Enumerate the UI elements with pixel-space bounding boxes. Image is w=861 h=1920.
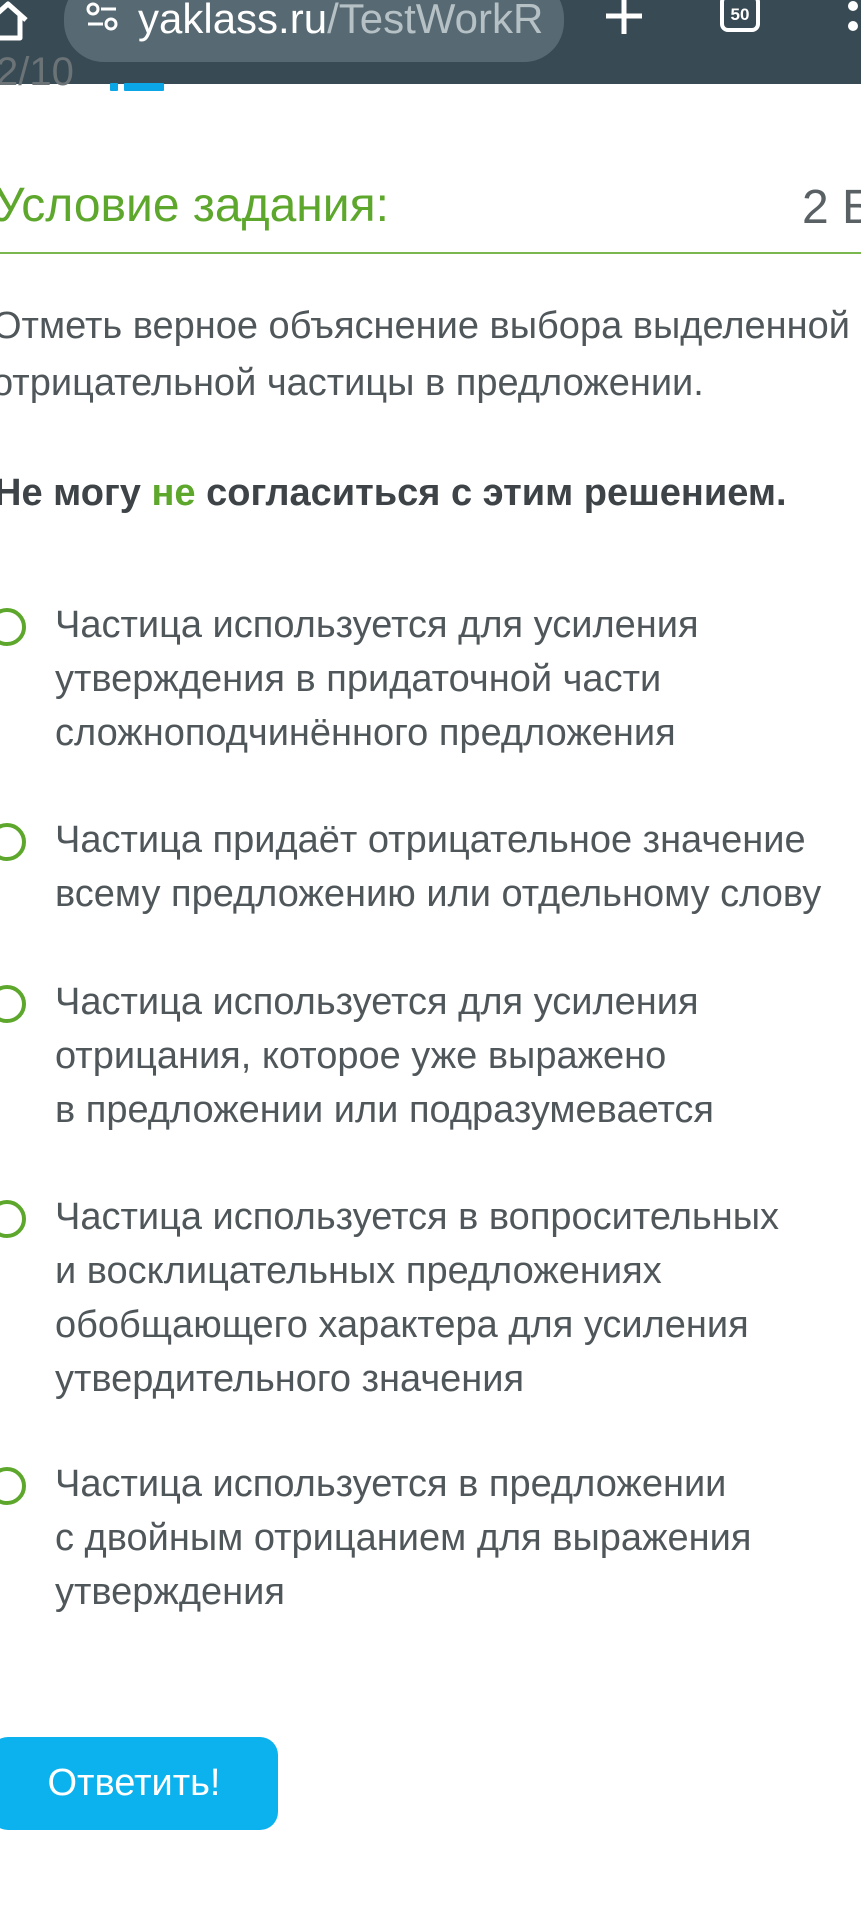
browser-toolbar: yaklass.ru/TestWorkR 50 [0, 0, 861, 84]
answer-line: в предложении или подразумевается [55, 1089, 715, 1131]
submit-answer-button[interactable]: Ответить! [0, 1737, 278, 1830]
answer-option-text[interactable]: Частица используется для усиления утверж… [55, 598, 855, 760]
answer-option-text[interactable]: Частица используется в предложении с дво… [55, 1457, 855, 1619]
url-text: yaklass.ru/TestWorkR [138, 0, 543, 40]
answer-option-text[interactable]: Частица используется в вопросительных и … [55, 1190, 855, 1406]
sentence-before: Не могу [0, 472, 152, 514]
task-instruction: Отметь верное объяснение выбора выделенн… [0, 305, 850, 404]
answer-line: Частица используется для усиления [55, 981, 699, 1023]
url-path: /TestWorkR [327, 0, 544, 42]
plus-icon[interactable] [604, 0, 644, 36]
question-progress: 2/10 [0, 50, 74, 94]
answer-line: всему предложению или отдельному слову [55, 873, 822, 915]
radio-button[interactable] [0, 985, 26, 1023]
answer-line: отрицания, которое уже выражено [55, 1035, 667, 1077]
task-points: 2 Б. [802, 181, 861, 234]
answer-line: сложноподчинённого предложения [55, 712, 676, 754]
tab-switcher-icon[interactable]: 50 [720, 0, 760, 32]
answer-line: Частица используется для усиления [55, 604, 699, 646]
answer-option-text[interactable]: Частица используется для усиления отрица… [55, 975, 855, 1137]
answer-line: с двойным отрицанием для выражения [55, 1517, 752, 1559]
highlighted-particle: не [151, 472, 196, 514]
answer-line: утвердительного значения [55, 1358, 525, 1400]
home-icon[interactable] [0, 0, 30, 42]
answer-line: и восклицательных предложениях [55, 1250, 662, 1292]
progress-list-icon-dot [110, 83, 118, 91]
answer-line: обобщающего характера для усиления [55, 1304, 749, 1346]
tab-count: 50 [730, 5, 750, 24]
answer-line: Частица используется в предложении [55, 1463, 727, 1505]
radio-button[interactable] [0, 1467, 26, 1505]
site-settings-icon[interactable] [86, 2, 118, 32]
url-host: yaklass.ru [138, 0, 328, 42]
progress-list-icon-bar [124, 83, 164, 91]
answer-option-text[interactable]: Частица придаёт отрицательное значение в… [55, 813, 855, 921]
task-title: Условие задания: [0, 179, 389, 232]
answer-line: утверждения в придаточной части [55, 658, 662, 700]
title-divider [0, 252, 861, 254]
task-sentence: Не могу не согласиться с этим решением. [0, 465, 787, 521]
more-menu-icon[interactable] [843, 0, 861, 38]
progress-list-icon[interactable] [110, 80, 164, 94]
answer-line: Частица используется в вопросительных [55, 1196, 780, 1238]
radio-button[interactable] [0, 1200, 26, 1238]
answer-line: Частица придаёт отрицательное значение [55, 819, 806, 861]
answer-line: утверждения [55, 1571, 285, 1613]
radio-button[interactable] [0, 608, 26, 646]
radio-button[interactable] [0, 823, 26, 861]
sentence-after: согласиться с этим решением. [195, 472, 787, 514]
address-bar[interactable]: yaklass.ru/TestWorkR [64, 0, 564, 62]
